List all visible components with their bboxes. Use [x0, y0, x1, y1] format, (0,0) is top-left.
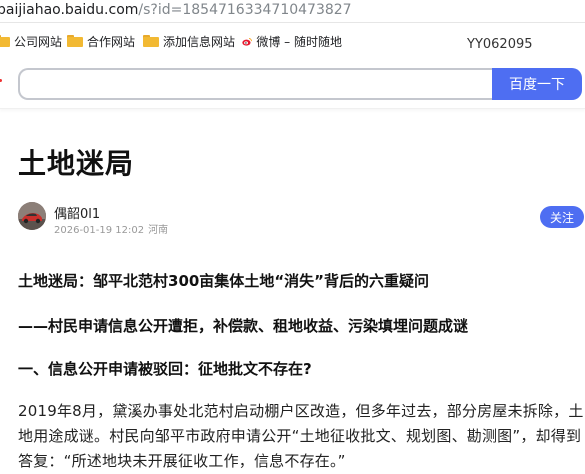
- folder-icon: [0, 35, 10, 47]
- search-input[interactable]: [18, 68, 492, 100]
- url-text[interactable]: baijiahao.baidu.com/s?id=185471633471047…: [0, 1, 352, 19]
- search-button[interactable]: 百度一下: [492, 68, 582, 100]
- article-heading-1: 土地迷局：邹平北范村300亩集体土地“消失”背后的六重疑问: [18, 272, 430, 290]
- avatar[interactable]: [18, 202, 46, 230]
- article-heading-2: ——村民申请信息公开遭拒，补偿款、租地收益、污染填埋问题成谜: [18, 317, 469, 335]
- side-label: YY062095: [467, 37, 533, 52]
- url-path: /s?id=1854716334710473827: [138, 2, 352, 18]
- bookmark-label: 合作网站: [87, 34, 136, 49]
- bookmark-label: 公司网站: [14, 34, 63, 49]
- address-bar[interactable]: baijiahao.baidu.com/s?id=185471633471047…: [0, 0, 585, 23]
- weibo-icon: [242, 37, 252, 46]
- article-heading-3: 一、信息公开申请被驳回：征地批文不存在?: [18, 360, 312, 378]
- folder-icon: [67, 35, 83, 47]
- url-host: baijiahao.baidu.com: [0, 2, 139, 18]
- folder-icon: [143, 35, 159, 47]
- bookmark-weibo[interactable]: 微博 – 随时随地: [242, 32, 342, 50]
- publish-date: 2026-01-19 12:02: [54, 225, 145, 236]
- follow-button[interactable]: 关注: [540, 206, 584, 228]
- article-meta: 2026-01-19 12:02 河南: [54, 221, 168, 236]
- bookmark-partner-sites[interactable]: 合作网站: [67, 32, 135, 50]
- article-title: 土地迷局: [18, 147, 135, 180]
- article-paragraph: 2019年8月，黛溪办事处北范村启动棚户区改造，但多年过去，部分房屋未拆除，土地…: [18, 402, 584, 470]
- bookmark-label: 添加信息网站: [163, 34, 236, 49]
- avatar-image: [18, 202, 46, 230]
- author-name[interactable]: 偶韶0l1: [54, 203, 100, 222]
- location: 河南: [148, 225, 169, 236]
- bookmark-company-sites[interactable]: 公司网站: [0, 32, 62, 50]
- bookmark-add-info-sites[interactable]: 添加信息网站: [143, 32, 235, 50]
- bookmark-label: 微博 – 随时随地: [256, 34, 342, 49]
